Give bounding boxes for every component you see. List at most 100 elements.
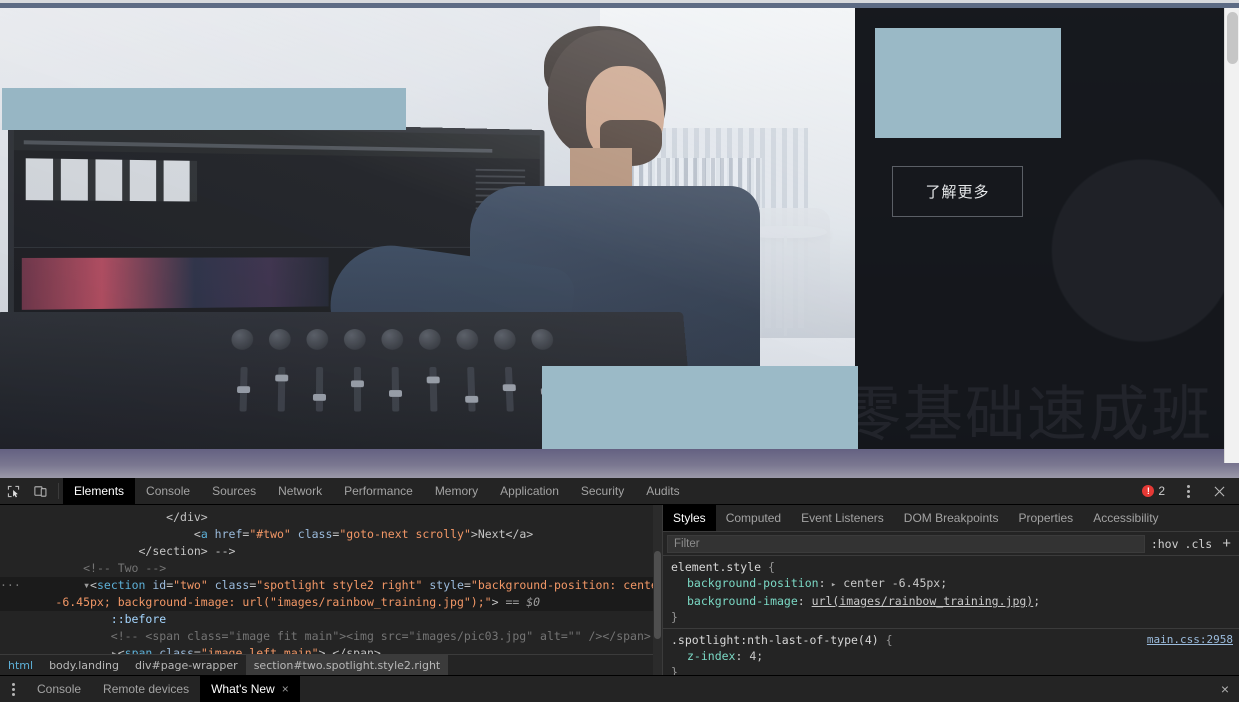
devtools-body: </div> <a href="#two" class="goto-next s… xyxy=(0,505,1239,675)
tab-label: Accessibility xyxy=(1093,511,1159,525)
style-rule-selector[interactable]: element.style xyxy=(671,560,761,574)
styles-tab-styles[interactable]: Styles xyxy=(663,505,716,531)
drawer-menu-icon[interactable] xyxy=(0,676,26,702)
styles-tab-accessibility[interactable]: Accessibility xyxy=(1083,505,1168,531)
dom-tree-row[interactable]: <a href="#two" class="goto-next scrolly"… xyxy=(0,526,662,543)
page-scrollbar[interactable] xyxy=(1224,8,1239,463)
breadcrumb-label: body.landing xyxy=(49,658,119,672)
devtools-close-icon[interactable] xyxy=(1206,486,1233,497)
tab-label: Console xyxy=(37,682,82,696)
semicolon: ; xyxy=(1033,594,1041,608)
error-icon: ! xyxy=(1142,485,1155,497)
dom-tree-scrollbar[interactable] xyxy=(653,505,662,675)
tree-token: a xyxy=(200,527,208,541)
devtools-tab-console[interactable]: Console xyxy=(135,478,201,504)
devtools-tab-network[interactable]: Network xyxy=(267,478,333,504)
breadcrumb-item[interactable]: div#page-wrapper xyxy=(127,655,246,675)
devtools-tab-sources[interactable]: Sources xyxy=(201,478,267,504)
style-rule-selector[interactable]: .spotlight:nth-last-of-type(4) xyxy=(671,633,879,647)
tree-token: < xyxy=(193,527,201,541)
styles-tab-computed[interactable]: Computed xyxy=(716,505,791,531)
dom-tree-row[interactable]: ::before xyxy=(0,611,662,628)
dom-tree-row[interactable]: </section> --> xyxy=(0,543,662,560)
tree-gutter-ellipsis: ··· xyxy=(0,578,21,592)
style-declaration[interactable]: background-position: ▸ center -6.45px; xyxy=(671,575,1239,593)
expand-shorthand-icon[interactable]: ▸ xyxy=(826,580,836,590)
style-declaration[interactable]: z-index: 4; xyxy=(671,648,1239,664)
tree-token: > </span> xyxy=(318,646,381,654)
drawer-tab-remote-devices[interactable]: Remote devices xyxy=(92,676,200,702)
toolbar-divider xyxy=(58,483,59,499)
page-top-strip xyxy=(0,0,1239,8)
inspect-element-icon[interactable] xyxy=(0,478,27,504)
spotlight-section: 零基础速成班 了解更多 xyxy=(855,8,1224,449)
devtools-tab-audits[interactable]: Audits xyxy=(635,478,690,504)
breadcrumb-item[interactable]: body.landing xyxy=(41,655,127,675)
styles-filter-input[interactable] xyxy=(667,534,1145,553)
expand-triangle-icon[interactable]: ▸ xyxy=(111,646,118,654)
tab-label: Security xyxy=(580,484,625,498)
new-style-rule-button[interactable]: + xyxy=(1218,535,1235,552)
devtools-tab-application[interactable]: Application xyxy=(489,478,570,504)
style-rule[interactable]: element.style {background-position: ▸ ce… xyxy=(663,556,1239,629)
devtools-tab-strip: Elements Console Sources Network Performance… xyxy=(63,478,1136,504)
expand-triangle-icon[interactable]: ▾ xyxy=(83,578,90,592)
content-placeholder-block-bottom xyxy=(542,366,858,449)
breadcrumb-label: div#page-wrapper xyxy=(134,658,238,672)
breadcrumb-item[interactable]: section#two.spotlight.style2.right xyxy=(245,655,449,675)
devtools-tab-performance[interactable]: Performance xyxy=(333,478,424,504)
styles-tab-properties[interactable]: Properties xyxy=(1008,505,1083,531)
styles-filter-row: :hov .cls + xyxy=(663,532,1239,556)
style-property-name[interactable]: z-index xyxy=(687,649,735,663)
tree-token: section xyxy=(96,578,146,592)
drawer-tab-strip: Console Remote devices What's New × xyxy=(26,676,300,702)
style-property-value[interactable]: url(images/rainbow_training.jpg) xyxy=(812,594,1034,608)
kebab-icon xyxy=(1187,484,1190,498)
tab-label: Properties xyxy=(1018,511,1074,525)
styles-tab-dom-breakpoints[interactable]: DOM Breakpoints xyxy=(894,505,1009,531)
drawer-tab-console[interactable]: Console xyxy=(26,676,92,702)
styles-tab-event-listeners[interactable]: Event Listeners xyxy=(791,505,894,531)
dom-tree-row[interactable]: -6.45px; background-image: url("images/r… xyxy=(0,594,662,611)
devtools-main-menu-icon[interactable] xyxy=(1175,484,1202,498)
drawer-tab-what-s-new[interactable]: What's New × xyxy=(200,676,300,702)
breadcrumb-item[interactable]: html xyxy=(0,655,41,675)
devtools-tab-memory[interactable]: Memory xyxy=(424,478,489,504)
style-property-value[interactable]: center -6.45px xyxy=(843,576,940,590)
tab-label: Elements xyxy=(74,484,125,498)
style-source-link[interactable]: main.css:2958 xyxy=(1147,632,1233,648)
error-count-badge[interactable]: ! 2 xyxy=(1136,484,1171,498)
drawer-tab-close-icon[interactable]: × xyxy=(282,682,289,696)
dom-tree-scrollbar-thumb[interactable] xyxy=(654,551,661,639)
tree-token: "goto-next scrolly" xyxy=(339,527,471,541)
toggle-element-classes-button[interactable]: .cls xyxy=(1185,537,1213,551)
devtools-tab-elements[interactable]: Elements xyxy=(63,478,136,504)
tree-token: </div> xyxy=(166,510,208,524)
style-rule[interactable]: .spotlight:nth-last-of-type(4) {main.css… xyxy=(663,629,1239,675)
learn-more-button[interactable]: 了解更多 xyxy=(892,166,1023,217)
style-property-name[interactable]: background-image xyxy=(687,594,798,608)
style-rule-header: element.style { xyxy=(671,559,1239,575)
toggle-pseudo-classes-button[interactable]: :hov xyxy=(1151,537,1179,551)
tab-label: DOM Breakpoints xyxy=(903,511,999,525)
page-scrollbar-thumb[interactable] xyxy=(1227,12,1238,64)
drawer-spacer xyxy=(300,676,1211,702)
dom-tree[interactable]: </div> <a href="#two" class="goto-next s… xyxy=(0,505,662,654)
dom-tree-row[interactable]: </div> xyxy=(0,509,662,526)
dom-tree-row[interactable]: <!-- Two --> xyxy=(0,560,662,577)
breadcrumb-label: section#two.spotlight.style2.right xyxy=(253,658,441,672)
dom-tree-row[interactable]: ··· ▾<section id="two" class="spotlight … xyxy=(0,577,662,594)
style-property-name[interactable]: background-position xyxy=(687,576,819,590)
dom-tree-row[interactable]: ▸<span class="image left main"> </span> xyxy=(0,645,662,654)
content-placeholder-block-top xyxy=(2,88,406,130)
style-declaration[interactable]: background-image: url(images/rainbow_tra… xyxy=(671,593,1239,609)
page-top-highlight xyxy=(0,0,1239,3)
error-count-label: 2 xyxy=(1158,484,1165,498)
drawer-close-icon[interactable]: × xyxy=(1211,676,1239,702)
dom-tree-row[interactable]: <!-- <span class="image fit main"><img s… xyxy=(0,628,662,645)
tree-token: = xyxy=(193,646,201,654)
tree-token: class xyxy=(290,527,333,541)
device-toolbar-icon[interactable] xyxy=(27,478,54,504)
close-brace: } xyxy=(671,610,678,624)
devtools-tab-security[interactable]: Security xyxy=(570,478,635,504)
